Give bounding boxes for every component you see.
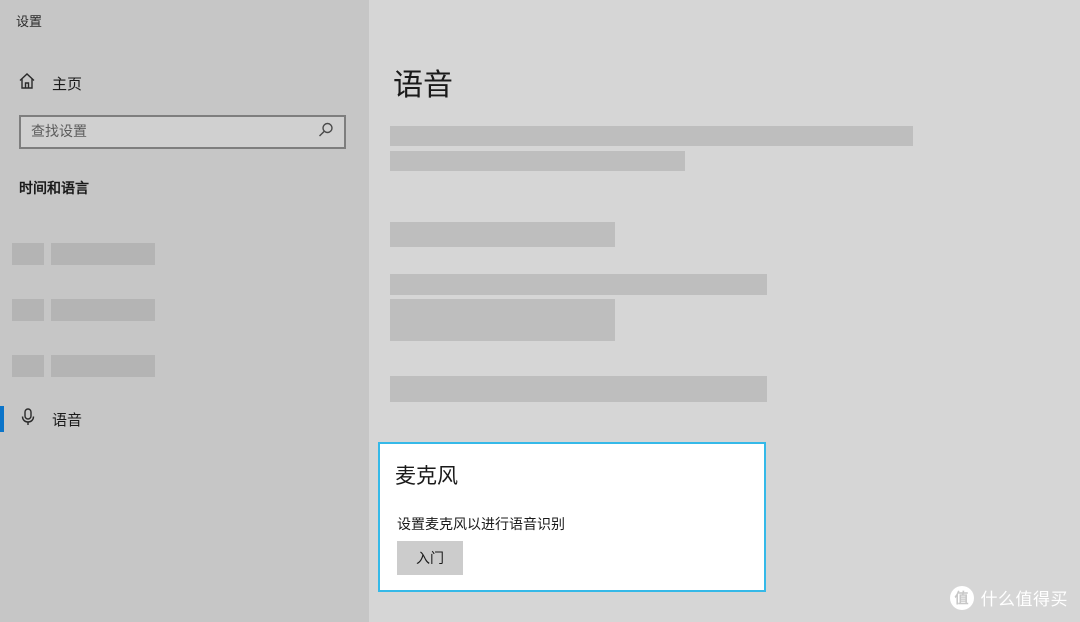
main-content: 语音 麦克风 设置麦克风以进行语音识别 入门 值 什么值得买 [369, 0, 1080, 622]
placeholder-icon [12, 243, 44, 265]
watermark-logo: 值 [949, 585, 974, 610]
sidebar-item-placeholder-3[interactable] [12, 355, 155, 377]
placeholder-label [51, 355, 155, 377]
sidebar-section-heading: 时间和语言 [19, 181, 89, 197]
sidebar-item-speech-label: 语音 [52, 410, 83, 429]
watermark-text: 什么值得买 [980, 590, 1068, 610]
placeholder-label [51, 243, 155, 265]
placeholder-block [390, 299, 615, 341]
settings-window: 设置 主页 时间和语言 [0, 0, 1080, 622]
placeholder-text-line [390, 151, 685, 171]
search-icon[interactable] [317, 121, 344, 143]
home-icon [18, 72, 36, 94]
sidebar-item-placeholder-2[interactable] [12, 299, 155, 321]
placeholder-text-line [390, 222, 615, 247]
microphone-card: 麦克风 设置麦克风以进行语音识别 入门 [378, 442, 766, 592]
get-started-button[interactable]: 入门 [397, 541, 463, 575]
sidebar-item-speech[interactable]: 语音 [0, 404, 369, 434]
sidebar-item-home-label: 主页 [52, 74, 83, 93]
app-title: 设置 [16, 15, 43, 30]
placeholder-icon [12, 355, 44, 377]
placeholder-icon [12, 299, 44, 321]
placeholder-text-line [390, 126, 913, 146]
placeholder-text-line [390, 376, 767, 402]
sidebar: 设置 主页 时间和语言 [0, 0, 369, 622]
search-input[interactable] [21, 117, 317, 147]
placeholder-text-line [390, 274, 767, 295]
sidebar-item-home[interactable]: 主页 [18, 70, 82, 96]
microphone-card-description: 设置麦克风以进行语音识别 [397, 517, 565, 533]
microphone-icon [4, 408, 36, 430]
sidebar-item-placeholder-1[interactable] [12, 243, 155, 265]
page-title: 语音 [393, 68, 453, 103]
watermark: 值 什么值得买 [949, 585, 1069, 610]
search-box[interactable] [19, 115, 346, 149]
placeholder-label [51, 299, 155, 321]
microphone-card-title: 麦克风 [395, 464, 458, 488]
